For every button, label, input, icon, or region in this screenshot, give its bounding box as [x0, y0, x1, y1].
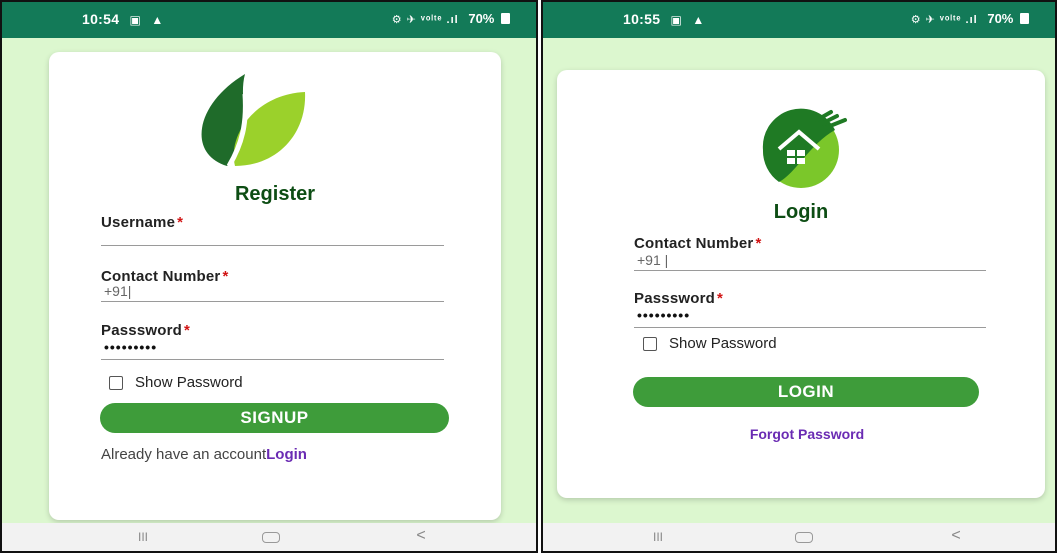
show-password-label: Show Password	[135, 374, 243, 391]
battery-icon	[501, 13, 510, 24]
back-button[interactable]: <	[941, 527, 971, 545]
home-icon	[795, 532, 813, 543]
status-bar: 10:54 ▣ ▲ ⚙ ✈ ᵛᵒˡᵗᵉ .ıl 70%	[2, 2, 536, 38]
password-input[interactable]: •••••••••	[634, 306, 986, 328]
checkbox[interactable]	[643, 336, 657, 351]
password-label: Passsword *	[634, 290, 724, 307]
username-input[interactable]	[101, 224, 444, 246]
required-marker: *	[184, 322, 191, 339]
nav-bar: III <	[2, 523, 536, 551]
forgot-password-link[interactable]: Forgot Password	[557, 426, 1055, 442]
leaf-logo-icon	[201, 74, 306, 168]
login-button[interactable]: LOGIN	[633, 377, 979, 407]
signup-button[interactable]: SIGNUP	[100, 403, 449, 433]
status-icons: ⚙ ✈ ᵛᵒˡᵗᵉ .ıl	[910, 14, 978, 26]
status-icons: ⚙ ✈ ᵛᵒˡᵗᵉ .ıl	[391, 14, 459, 26]
checkbox[interactable]	[109, 375, 123, 390]
home-button[interactable]	[789, 527, 819, 548]
login-card: Login Contact Number* Passsword* •••••••…	[557, 70, 1045, 498]
contact-input[interactable]	[634, 249, 986, 271]
page-title: Login	[773, 201, 829, 223]
warning-icon: ▲	[692, 13, 705, 27]
required-marker: *	[717, 290, 724, 307]
show-password-toggle[interactable]: Show Password	[109, 374, 243, 391]
login-screen: 10:55 ▣ ▲ ⚙ ✈ ᵛᵒˡᵗᵉ .ıl 70% Login Contac…	[541, 0, 1057, 553]
password-label: Passsword *	[101, 322, 191, 339]
farm-house-logo-icon	[762, 108, 847, 188]
login-prompt: Already have an accountLogin	[101, 446, 307, 463]
contact-input[interactable]	[101, 280, 444, 302]
battery-icon	[1020, 13, 1029, 24]
register-screen: 10:54 ▣ ▲ ⚙ ✈ ᵛᵒˡᵗᵉ .ıl 70% Register Use…	[0, 0, 538, 553]
nav-bar: III <	[543, 523, 1055, 551]
show-password-toggle[interactable]: Show Password	[643, 335, 777, 352]
status-time: 10:54	[82, 11, 120, 27]
register-card: Register Username* Contact Number* Passs…	[49, 52, 501, 520]
login-link[interactable]: Login	[266, 446, 307, 463]
password-input[interactable]: •••••••••	[101, 338, 444, 360]
page-title: Register	[234, 183, 316, 205]
battery-percent: 70%	[468, 11, 495, 26]
gallery-icon: ▣	[670, 13, 683, 27]
status-bar: 10:55 ▣ ▲ ⚙ ✈ ᵛᵒˡᵗᵉ .ıl 70%	[543, 2, 1055, 38]
gallery-icon: ▣	[129, 13, 142, 27]
recents-button[interactable]: III	[128, 530, 158, 544]
status-time: 10:55	[623, 11, 661, 27]
show-password-label: Show Password	[669, 335, 777, 352]
home-icon	[262, 532, 280, 543]
recents-button[interactable]: III	[643, 530, 673, 544]
warning-icon: ▲	[151, 13, 164, 27]
home-button[interactable]	[256, 527, 286, 548]
battery-percent: 70%	[987, 11, 1014, 26]
back-button[interactable]: <	[406, 527, 436, 545]
